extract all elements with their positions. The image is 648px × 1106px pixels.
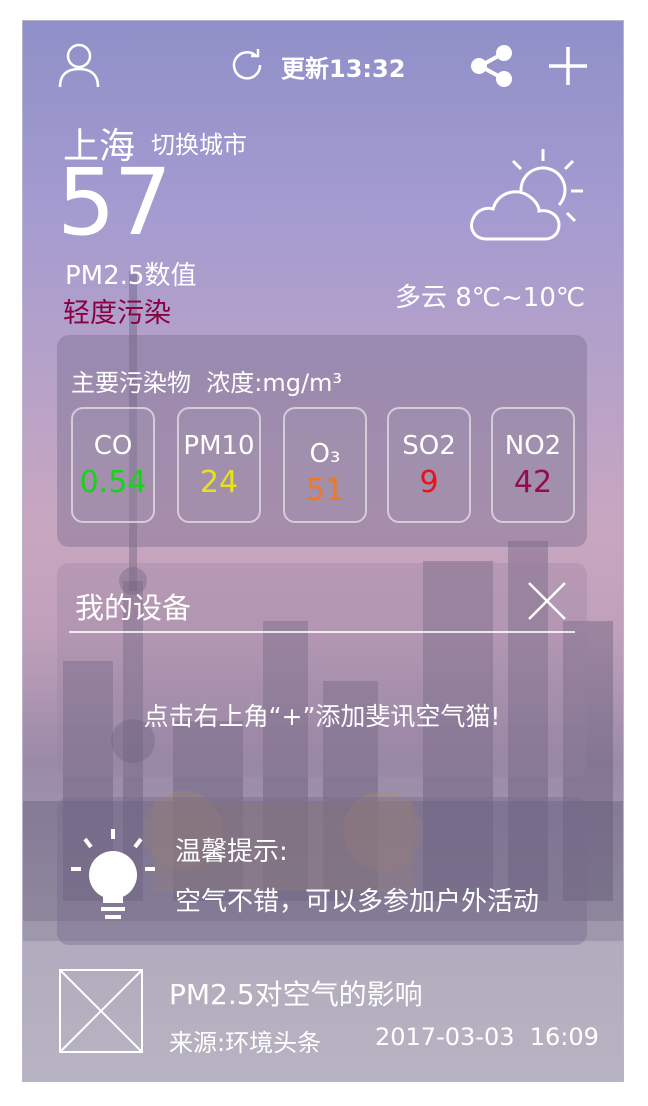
- pollutant-tile-no2[interactable]: NO2 42: [491, 407, 575, 523]
- add-device-hint: 点击右上角“+”添加斐讯空气猫!: [143, 702, 501, 731]
- news-source: 来源:环境头条: [169, 1029, 322, 1057]
- image-placeholder-icon: [59, 969, 143, 1053]
- plus-icon[interactable]: [547, 45, 589, 87]
- pollutant-value: 9: [419, 465, 439, 500]
- pollutant-name: PM10: [183, 431, 255, 461]
- lightbulb-icon: [67, 827, 159, 923]
- my-devices-title: 我的设备: [75, 591, 192, 625]
- tip-title: 温馨提示:: [175, 837, 288, 867]
- app-screen: 更新13:32 上海 切换城市 57 PM2.5数值 轻度污染 多云 8℃~10…: [22, 20, 624, 1082]
- pollutant-tile-pm10[interactable]: PM10 24: [177, 407, 261, 523]
- aqi-label: PM2.5数值: [65, 261, 197, 291]
- aqi-value: 57: [57, 149, 172, 256]
- pollutant-tile-o3[interactable]: O₃ 51: [283, 407, 367, 523]
- pollutant-name: CO: [93, 431, 133, 461]
- pollutant-value: 42: [513, 465, 553, 500]
- close-icon[interactable]: [527, 581, 567, 621]
- pollutant-name: NO2: [504, 431, 562, 461]
- user-icon[interactable]: [57, 41, 101, 89]
- pollutant-name: SO2: [402, 431, 456, 461]
- devices-divider: [69, 631, 575, 633]
- pollutant-name: O₃: [309, 439, 341, 469]
- refresh-icon[interactable]: [229, 47, 265, 83]
- pollutant-tile-co[interactable]: CO 0.54: [71, 407, 155, 523]
- pollutant-value: 51: [305, 473, 345, 508]
- weather-text: 多云 8℃~10℃: [395, 283, 586, 313]
- pollutant-tile-so2[interactable]: SO2 9: [387, 407, 471, 523]
- pollutants-title: 主要污染物 浓度:mg/m³: [71, 369, 343, 397]
- news-datetime: 2017-03-03 16:09: [375, 1023, 599, 1051]
- share-icon[interactable]: [469, 43, 515, 89]
- news-title[interactable]: PM2.5对空气的影响: [169, 973, 423, 1013]
- tip-text: 空气不错，可以多参加户外活动: [175, 887, 540, 917]
- partly-cloudy-icon: [467, 147, 587, 247]
- pollution-level: 轻度污染: [63, 298, 171, 329]
- update-time-text: 更新13:32: [281, 55, 406, 83]
- pollutant-value: 24: [199, 465, 239, 500]
- pollutant-value: 0.54: [79, 465, 147, 500]
